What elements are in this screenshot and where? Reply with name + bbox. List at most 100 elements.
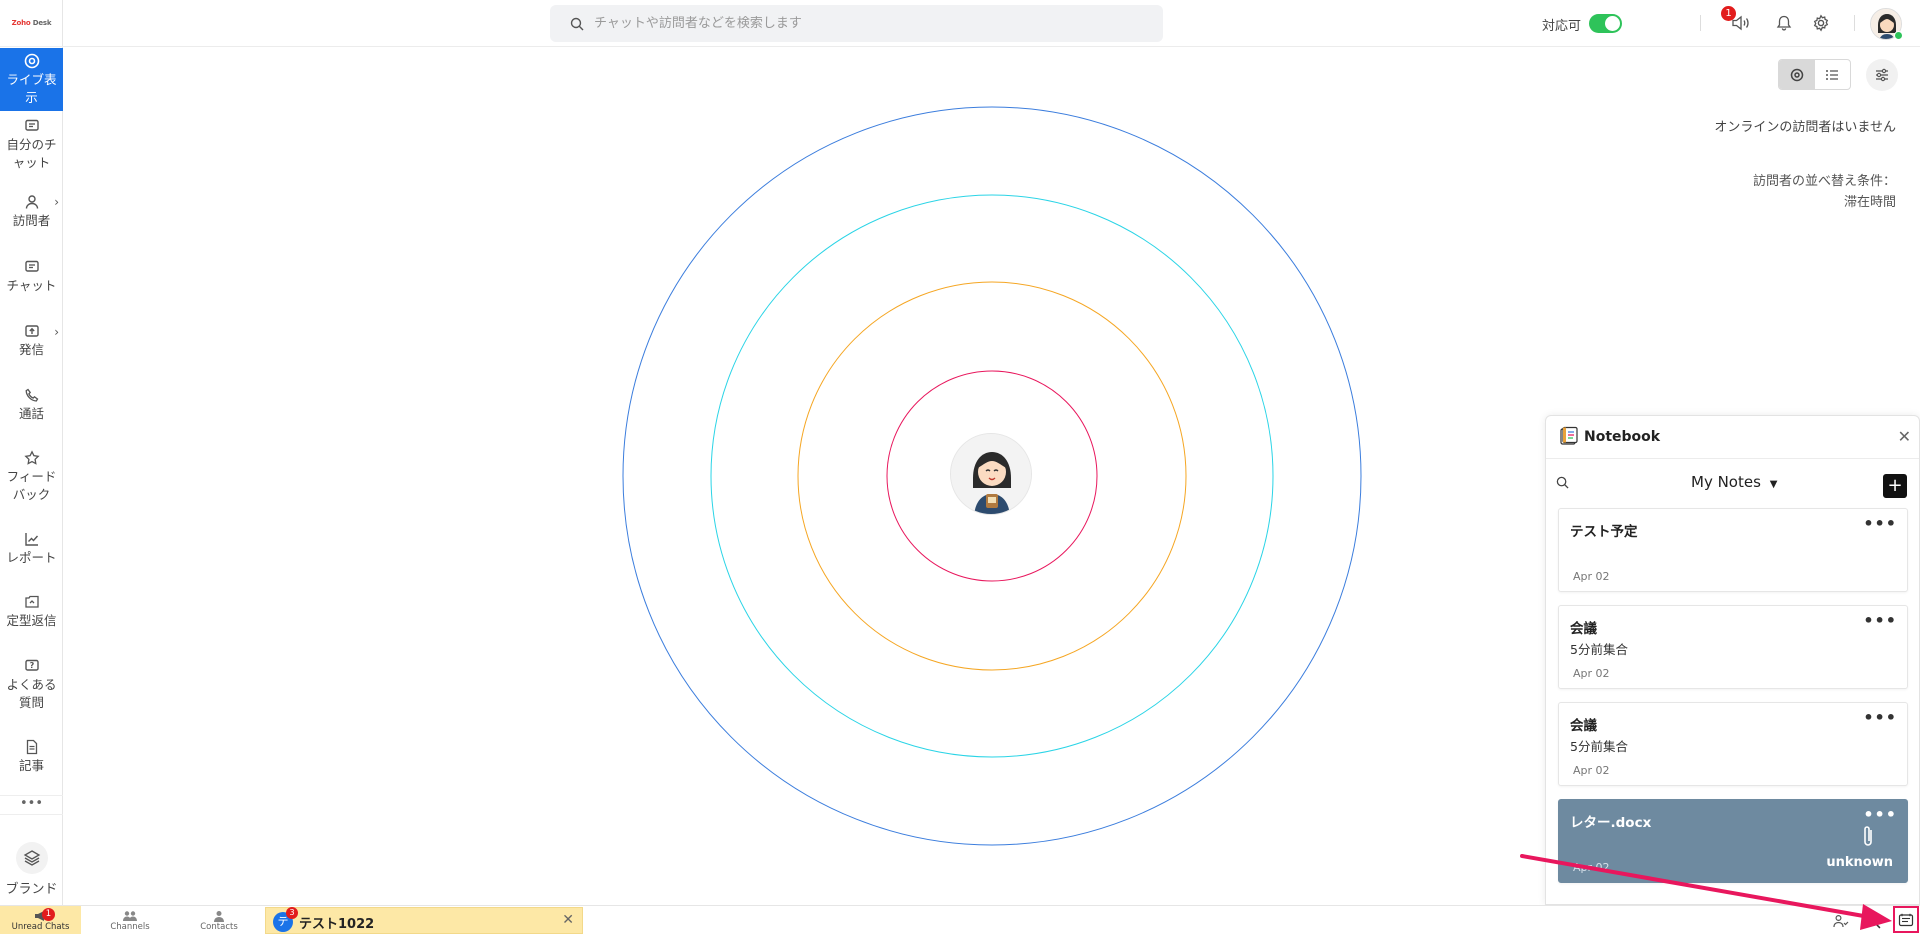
search-bar[interactable] [550, 5, 1163, 42]
search-icon [570, 17, 584, 30]
note-card[interactable]: 会議 ••• 5分前集合 Apr 02 [1558, 702, 1908, 786]
notebook-icon [1898, 913, 1914, 926]
app-root: Zoho Desk ライブ表示 自分のチャット 訪問者 › チャット 発信 › … [0, 0, 1920, 934]
availability-label: 対応可 [1542, 19, 1582, 34]
app-logo[interactable]: Zoho Desk [0, 0, 63, 47]
notes-filter-label: My Notes [1691, 473, 1761, 491]
availability-toggle[interactable] [1589, 14, 1622, 33]
sliders-icon [1876, 68, 1888, 82]
upload-icon [24, 325, 39, 337]
bell-icon[interactable] [1773, 12, 1795, 34]
line-chart-icon [24, 533, 38, 546]
online-status-dot [1894, 31, 1903, 40]
notification-badge: 1 [1721, 6, 1736, 21]
brand-label: ブランド [5, 882, 58, 897]
canned-reply-icon [24, 595, 39, 608]
target-icon [24, 53, 39, 68]
chat-icon [24, 119, 39, 131]
sidebar-item-canned-responses[interactable]: 定型返信 [0, 580, 63, 644]
add-note-button[interactable]: + [1883, 474, 1907, 498]
annotation-arrow [1520, 854, 1892, 930]
sidebar-item-feedback[interactable]: フィードバック [0, 436, 63, 518]
note-title: テスト予定 [1570, 524, 1638, 540]
sidebar-item-label: ライブ表示 [6, 71, 57, 105]
brand-switcher[interactable]: ブランド [0, 842, 63, 897]
sidebar-item-calls[interactable]: 通話 [0, 373, 63, 436]
list-view-button[interactable] [1815, 60, 1851, 89]
gear-icon[interactable] [1810, 12, 1832, 34]
list-icon [1826, 69, 1839, 80]
channels-tab[interactable]: Channels [87, 906, 173, 934]
chat-unread-badge: 3 [286, 907, 298, 919]
close-icon[interactable]: ✕ [562, 912, 574, 928]
target-icon [1790, 68, 1803, 81]
radar-view-button[interactable] [1779, 60, 1815, 89]
note-card[interactable]: 会議 ••• 5分前集合 Apr 02 [1558, 605, 1908, 689]
sort-value-link[interactable]: 滞在時間 [1844, 191, 1896, 210]
no-visitors-message: オンラインの訪問者はいません [1714, 120, 1896, 135]
note-card[interactable]: テスト予定 ••• Apr 02 [1558, 508, 1908, 592]
header-divider [1700, 15, 1701, 31]
paperclip-icon [1864, 826, 1872, 846]
sidebar-item-label: 訪問者 [12, 213, 51, 228]
contacts-tab[interactable]: Contacts [176, 906, 262, 934]
sidebar-nav: ライブ表示 自分のチャット 訪問者 › チャット 発信 › 通話 フィードバック… [0, 48, 63, 788]
more-options-icon[interactable]: ••• [1863, 805, 1897, 824]
header-divider [1854, 15, 1855, 31]
chat-icon [24, 260, 39, 272]
agent-avatar [950, 433, 1032, 515]
star-icon [23, 450, 40, 465]
note-body: 5分前集合 [1570, 642, 1628, 657]
filter-settings-button[interactable] [1866, 59, 1898, 91]
note-title: 会議 [1570, 621, 1597, 637]
sidebar-item-articles[interactable]: 記事 [0, 726, 63, 788]
note-date: Apr 02 [1573, 764, 1610, 777]
sidebar-item-visitors[interactable]: 訪問者 › [0, 179, 63, 245]
help-icon: ? [24, 659, 39, 671]
sidebar-item-label: レポート [6, 550, 57, 565]
close-icon[interactable]: ✕ [1898, 427, 1911, 446]
sort-label: 訪問者の並べ替え条件： [1752, 174, 1896, 189]
top-header [63, 0, 1920, 47]
notebook-header: Notebook ✕ [1546, 416, 1919, 459]
layers-icon [15, 842, 48, 874]
sidebar-item-label: 発信 [18, 342, 44, 357]
unread-chats-label: Unread Chats [11, 922, 70, 932]
search-icon[interactable] [1556, 476, 1569, 489]
user-icon [25, 195, 38, 209]
channels-label: Channels [110, 922, 150, 932]
view-mode-toggle [1778, 59, 1851, 90]
sidebar-item-label: チャット [6, 278, 57, 293]
search-input[interactable] [594, 16, 1134, 31]
more-menu-button[interactable]: ••• [0, 795, 63, 815]
notes-filter-dropdown[interactable]: My Notes ▼ [1691, 473, 1777, 491]
group-icon [123, 911, 137, 921]
notebook-icon [1560, 426, 1578, 445]
contacts-label: Contacts [200, 922, 238, 932]
notebook-panel: Notebook ✕ My Notes ▼ + テスト予定 ••• Apr 02… [1545, 415, 1920, 905]
sidebar-item-reports[interactable]: レポート [0, 518, 63, 580]
sidebar-item-label: フィードバック [6, 469, 57, 502]
sidebar-item-label: 通話 [18, 405, 44, 421]
person-icon [214, 911, 224, 922]
note-title: レター.docx [1570, 815, 1652, 831]
more-options-icon[interactable]: ••• [1863, 611, 1897, 630]
note-date: Apr 02 [1573, 570, 1610, 583]
unread-chats-tab[interactable]: Unread Chats 1 [0, 906, 81, 934]
sidebar-item-faq[interactable]: ? よくある質問 [0, 644, 63, 726]
sidebar: Zoho Desk ライブ表示 自分のチャット 訪問者 › チャット 発信 › … [0, 0, 63, 905]
svg-text:?: ? [29, 661, 34, 670]
more-options-icon[interactable]: ••• [1863, 708, 1897, 727]
sidebar-item-my-chats[interactable]: 自分のチャット [0, 111, 63, 179]
chevron-right-icon: › [54, 195, 59, 209]
sidebar-item-outbound[interactable]: 発信 › [0, 309, 63, 373]
caret-down-icon: ▼ [1769, 479, 1778, 490]
sidebar-item-live-view[interactable]: ライブ表示 [0, 48, 63, 111]
sidebar-item-chats[interactable]: チャット [0, 245, 63, 309]
more-options-icon[interactable]: ••• [1863, 514, 1897, 533]
sidebar-item-label: 記事 [18, 758, 44, 773]
chevron-right-icon: › [54, 325, 59, 339]
phone-icon [25, 388, 38, 402]
sidebar-item-label: 定型返信 [6, 613, 57, 628]
open-chat-tab[interactable]: テ 3 テスト1022 ✕ [265, 907, 583, 934]
